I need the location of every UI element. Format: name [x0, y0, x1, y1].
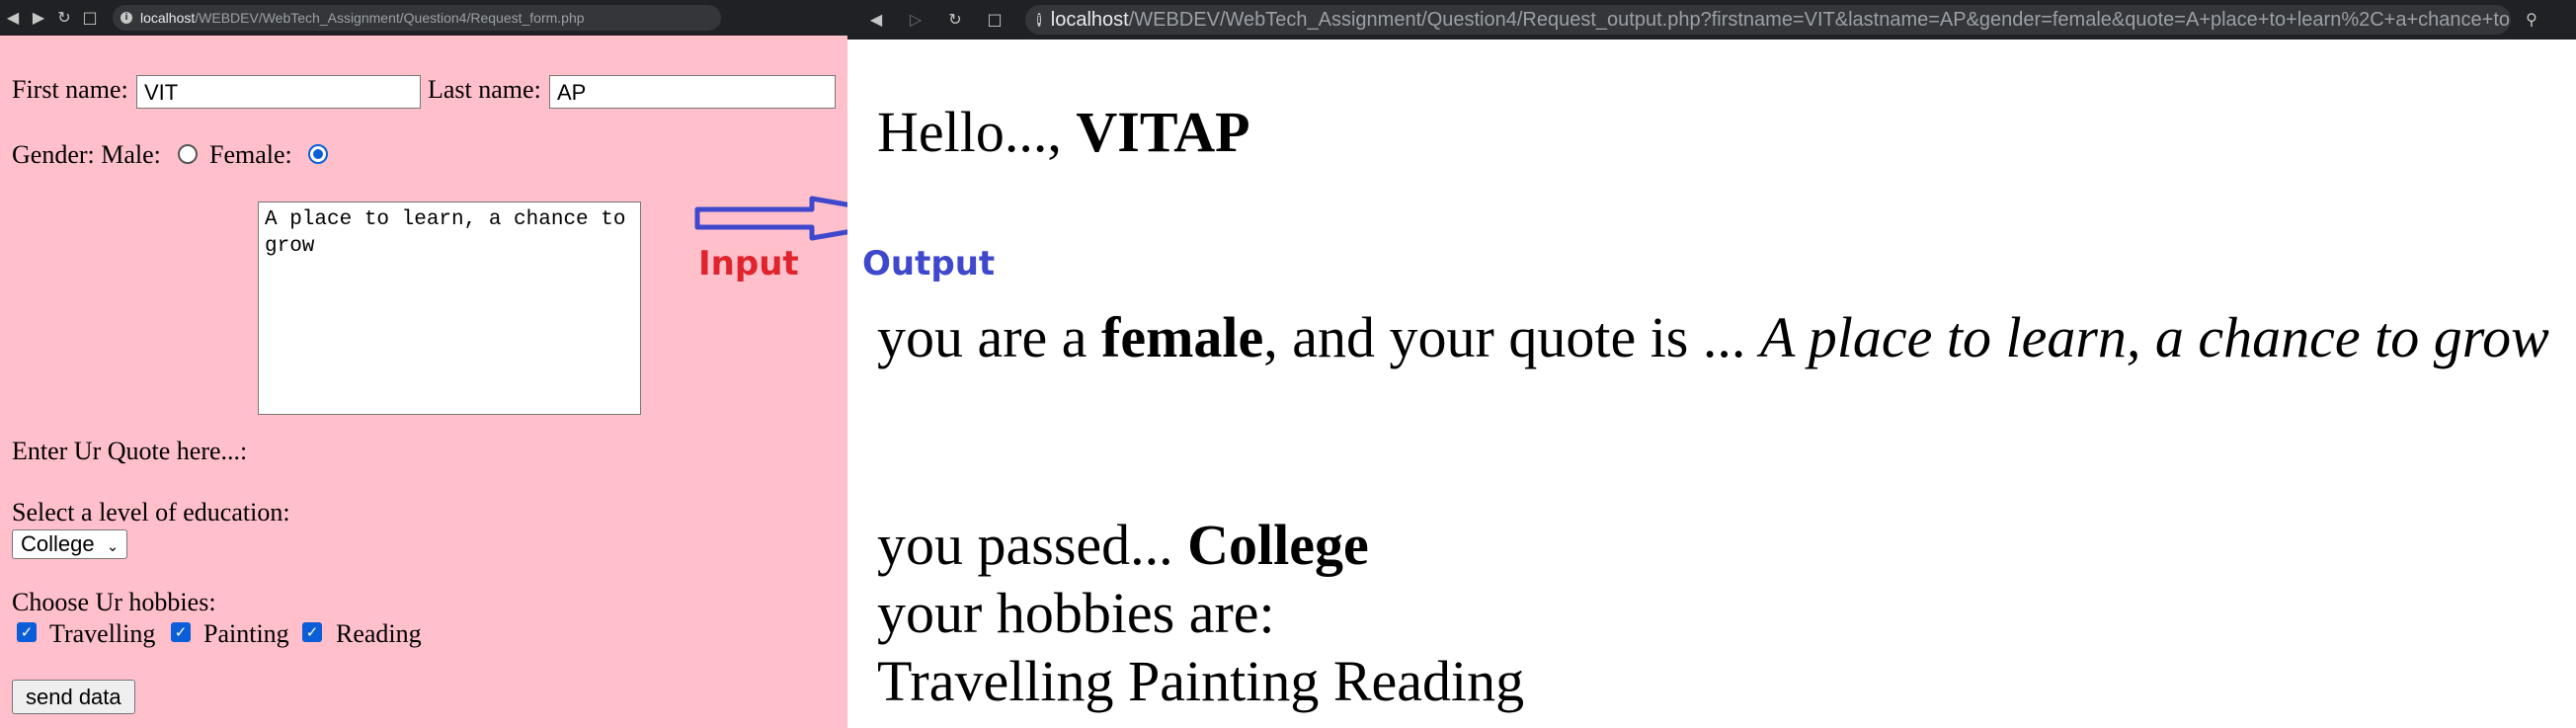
- request-output-page: Hello..., VITAP you are a female, and yo…: [847, 40, 2576, 728]
- first-name-input[interactable]: VIT: [136, 75, 421, 109]
- quote-prefix: , and your quote is ...: [1263, 305, 1746, 369]
- education-label: Select a level of education:: [12, 498, 290, 526]
- url-path: /WEBDEV/WebTech_Assignment/Question4/Req…: [195, 10, 585, 26]
- back-icon[interactable]: ◀: [863, 2, 889, 38]
- forward-icon: ▷: [909, 10, 923, 29]
- info-icon[interactable]: i: [121, 12, 132, 24]
- input-annotation: Input: [698, 244, 799, 283]
- reading-label: Reading: [336, 619, 422, 648]
- last-name-label: Last name:: [428, 75, 541, 104]
- quote-textarea[interactable]: A place to learn, a chance to grow: [258, 202, 641, 415]
- bookmark-icon[interactable]: □: [77, 0, 103, 36]
- travelling-label: Travelling: [49, 619, 156, 648]
- url-host: localhost: [140, 10, 196, 26]
- hobbies-label: Choose Ur hobbies:: [12, 588, 216, 616]
- output-annotation: Output: [862, 244, 996, 283]
- last-name-input[interactable]: AP: [549, 75, 836, 109]
- url-host: localhost: [1050, 8, 1129, 31]
- female-radio[interactable]: [308, 144, 328, 164]
- forward-icon[interactable]: ▶: [26, 0, 51, 36]
- output-name: VITAP: [1076, 100, 1250, 164]
- bookmark-icon[interactable]: □: [982, 2, 1007, 38]
- greeting-line: Hello..., VITAP: [877, 99, 1250, 165]
- back-icon[interactable]: ◀: [0, 0, 26, 36]
- education-line: you passed... College: [877, 512, 1369, 578]
- gender-prefix: you are a: [877, 305, 1087, 369]
- painting-label: Painting: [203, 619, 289, 648]
- request-form-page: First name: VIT Last name: AP Gender: Ma…: [0, 36, 847, 728]
- education-select[interactable]: College ⌄: [12, 529, 128, 559]
- output-education: College: [1187, 513, 1369, 577]
- education-selected-value: College: [21, 531, 95, 556]
- male-radio[interactable]: [178, 144, 198, 164]
- reading-checkbox[interactable]: ✓: [302, 622, 322, 642]
- hobbies-heading: your hobbies are:: [877, 581, 1275, 645]
- address-bar[interactable]: i localhost/WEBDEV/WebTech_Assignment/Qu…: [113, 5, 721, 31]
- painting-checkbox[interactable]: ✓: [171, 622, 191, 642]
- address-bar[interactable]: i localhost/WEBDEV/WebTech_Assignment/Qu…: [1025, 5, 2511, 35]
- output-quote: A place to learn, a chance to grow: [1759, 305, 2549, 369]
- reload-icon[interactable]: ↻: [942, 2, 968, 38]
- left-browser-toolbar: ◀ ▶ ↻ □ i localhost/WEBDEV/WebTech_Assig…: [0, 0, 847, 36]
- send-data-button[interactable]: send data: [12, 680, 135, 714]
- output-gender: female: [1101, 305, 1264, 369]
- gender-quote-line: you are a female, and your quote is ... …: [877, 304, 2549, 370]
- url-path: /WEBDEV/WebTech_Assignment/Question4/Req…: [1128, 8, 2511, 31]
- passed-prefix: you passed...: [877, 513, 1173, 577]
- first-name-label: First name:: [12, 75, 128, 104]
- gender-male-label: Gender: Male:: [12, 140, 161, 169]
- travelling-checkbox[interactable]: ✓: [17, 622, 37, 642]
- zoom-icon[interactable]: ⚲: [2519, 2, 2544, 38]
- right-browser-toolbar: ◀ ▷ ↻ □ i localhost/WEBDEV/WebTech_Assig…: [847, 0, 2576, 40]
- reload-icon[interactable]: ↻: [51, 0, 77, 36]
- quote-label: Enter Ur Quote here...:: [12, 437, 248, 465]
- hobbies-list: Travelling Painting Reading: [877, 649, 1525, 713]
- female-label: Female:: [209, 140, 292, 169]
- chevron-down-icon: ⌄: [106, 537, 120, 555]
- info-icon[interactable]: i: [1037, 13, 1041, 27]
- greeting-prefix: Hello...,: [877, 100, 1062, 164]
